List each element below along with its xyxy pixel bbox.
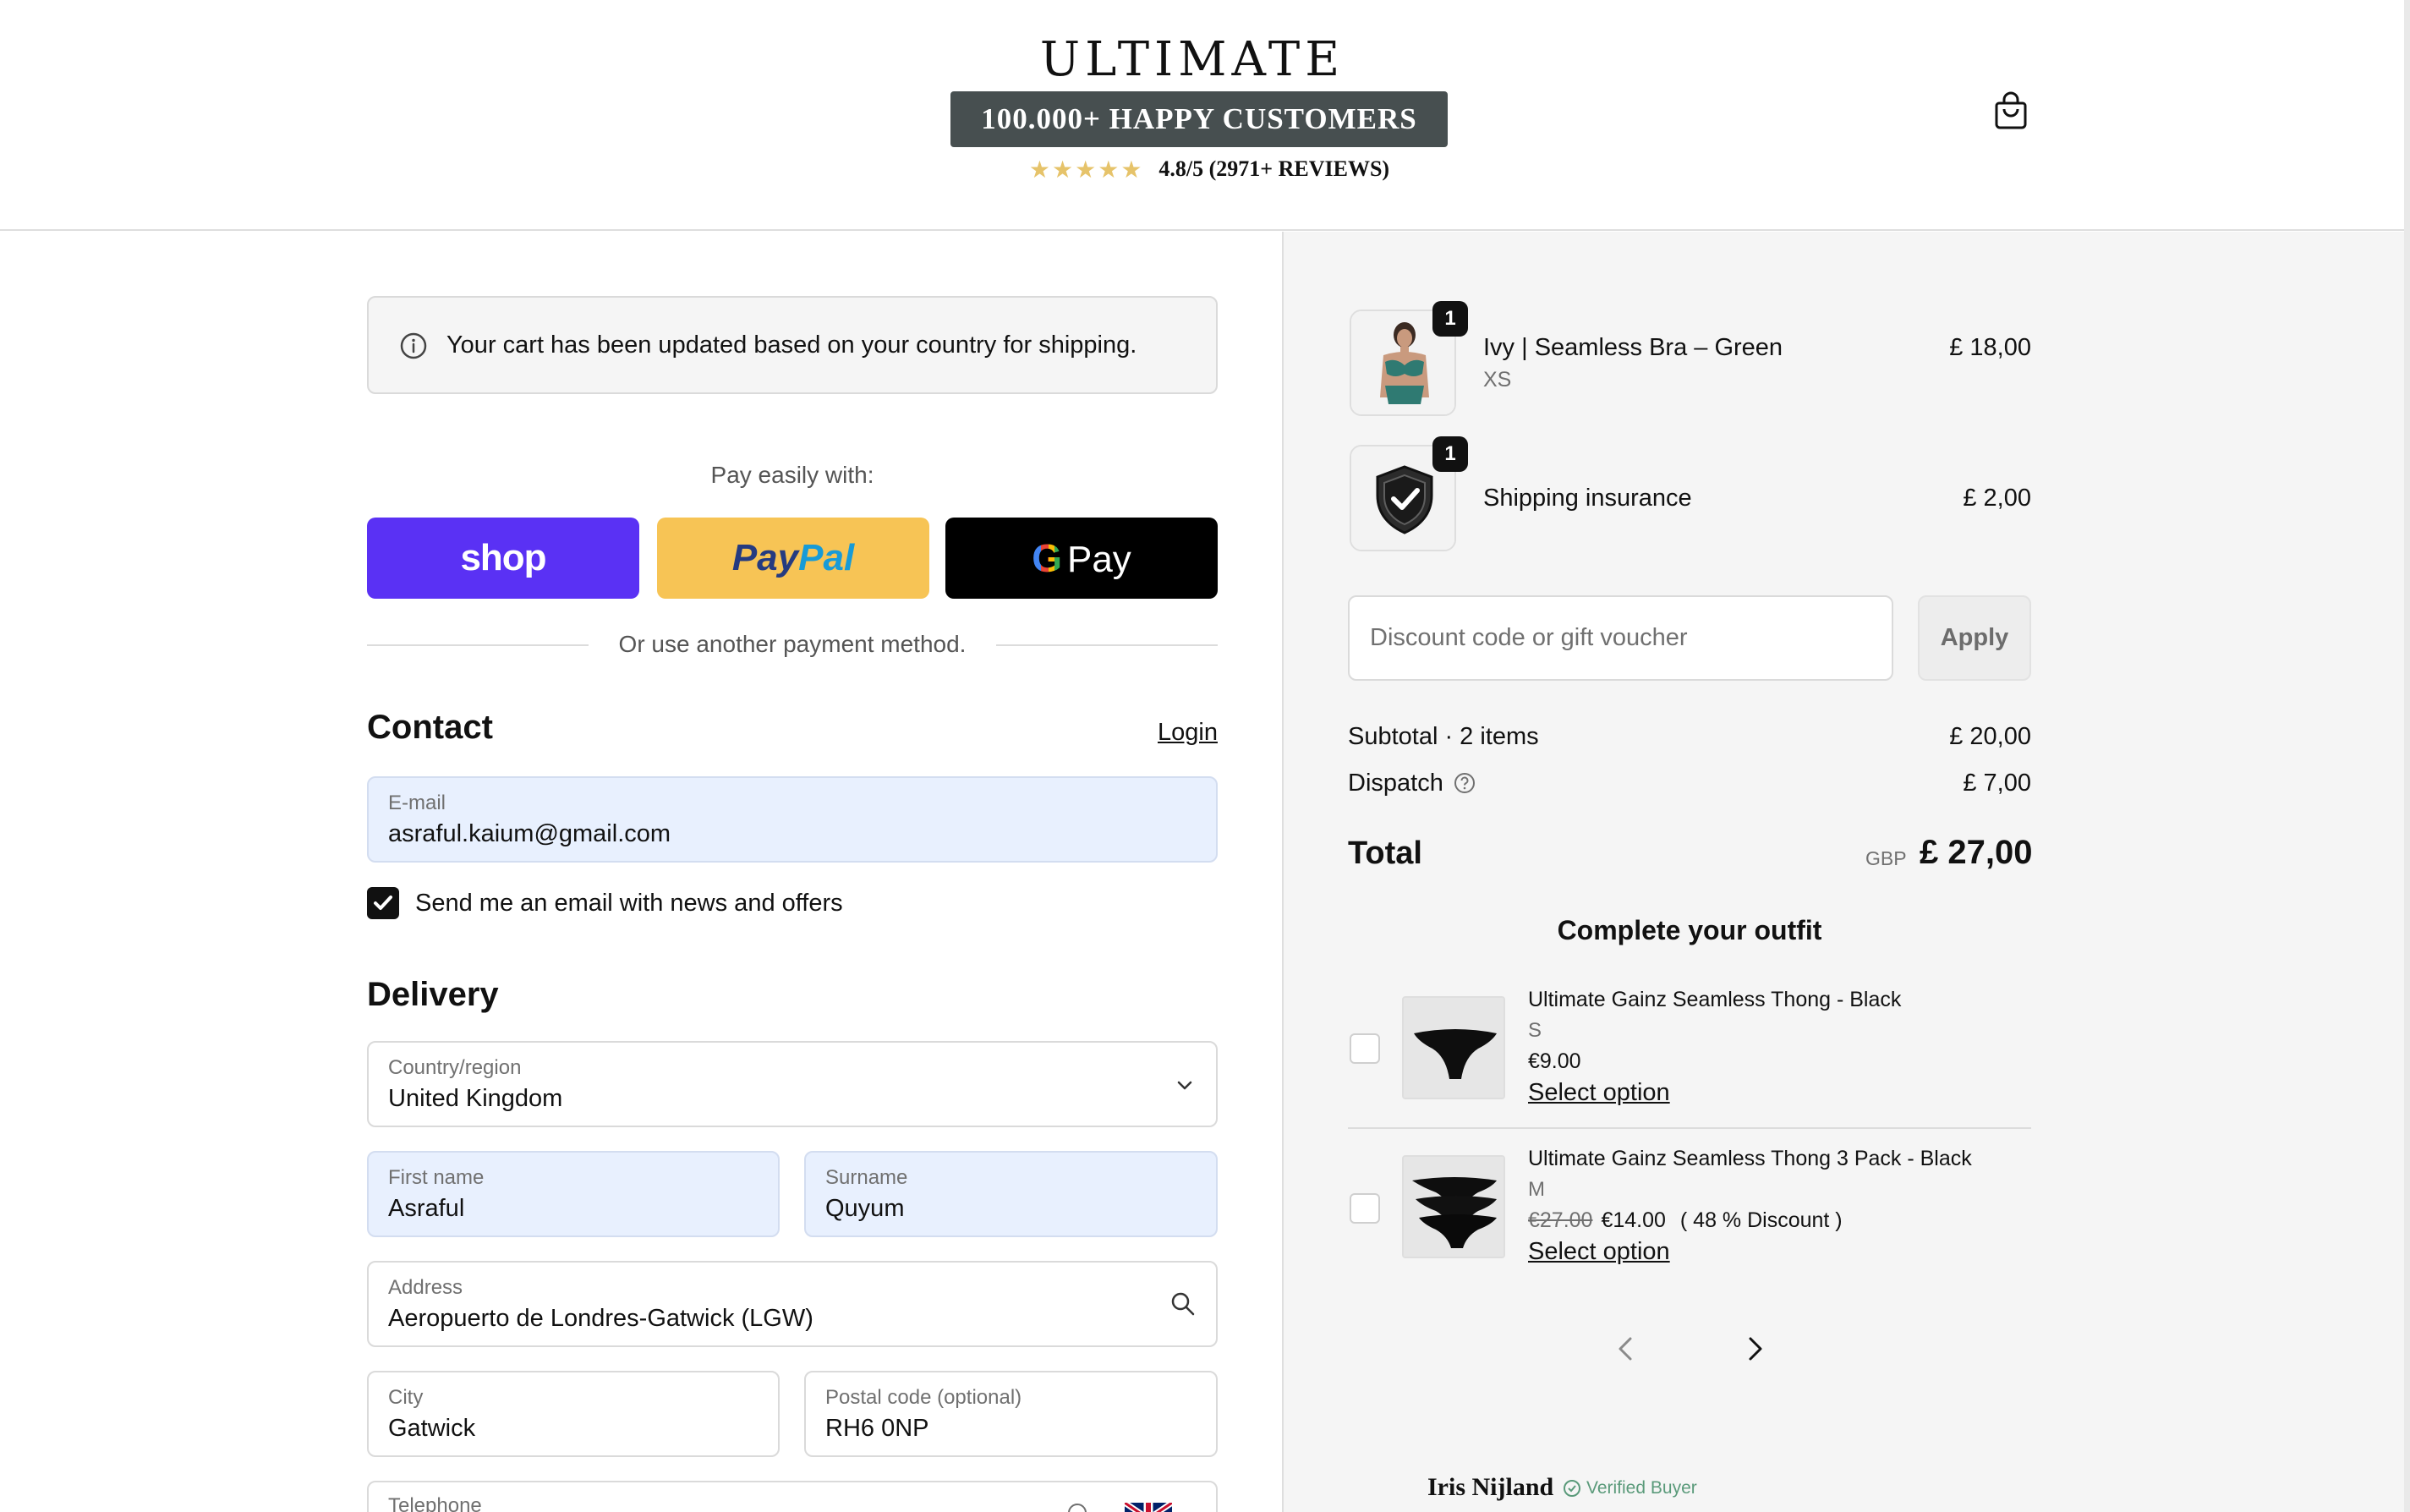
select-option-link[interactable]: Select option xyxy=(1528,1238,1670,1266)
quantity-badge: 1 xyxy=(1432,301,1468,337)
dispatch-label: Dispatch xyxy=(1348,770,1443,797)
chevron-right-icon[interactable] xyxy=(1737,1332,1771,1366)
chevron-left-icon[interactable] xyxy=(1610,1332,1644,1366)
newsletter-label[interactable]: Send me an email with news and offers xyxy=(415,890,843,918)
line-item-price: £ 2,00 xyxy=(1963,485,2031,512)
surname-value: Quyum xyxy=(825,1195,905,1222)
postal-code-field[interactable]: Postal code (optional) RH6 0NP xyxy=(804,1371,1218,1457)
line-item-variant: XS xyxy=(1483,368,1512,392)
rating-text: 4.8/5 (2971+ REVIEWS) xyxy=(1158,156,1390,181)
line-item-name: Ivy | Seamless Bra – Green xyxy=(1483,334,1783,361)
help-circle-icon[interactable] xyxy=(1453,771,1476,795)
apply-discount-button[interactable]: Apply xyxy=(1918,595,2031,681)
delivery-section-title: Delivery xyxy=(367,976,499,1013)
upsell-product-image xyxy=(1402,996,1505,1099)
upsell-divider xyxy=(1348,1127,2031,1129)
total-label: Total xyxy=(1348,835,1422,871)
discount-code-input[interactable]: Discount code or gift voucher xyxy=(1348,595,1893,681)
google-pay-button[interactable]: G Pay xyxy=(945,518,1218,599)
upsell-discount-text: ( 48 % Discount ) xyxy=(1679,1208,1843,1232)
email-value: asraful.kaium@gmail.com xyxy=(388,820,671,847)
address-value: Aeropuerto de Londres-Gatwick (LGW) xyxy=(388,1305,813,1332)
email-field[interactable]: E-mail asraful.kaium@gmail.com xyxy=(367,776,1218,863)
dispatch-value: £ 7,00 xyxy=(1963,770,2031,797)
upsell-original-price: €27.00 xyxy=(1528,1208,1593,1232)
complete-outfit-title: Complete your outfit xyxy=(1557,915,1822,945)
paypal-label-part2: Pal xyxy=(798,537,855,578)
surname-label: Surname xyxy=(825,1166,908,1189)
first-name-field[interactable]: First name Asraful xyxy=(367,1151,780,1237)
login-link[interactable]: Login xyxy=(1158,719,1218,747)
subtotal-label: Subtotal · 2 items xyxy=(1348,723,1539,750)
country-select[interactable]: Country/region United Kingdom xyxy=(367,1041,1218,1127)
address-field[interactable]: Address Aeropuerto de Londres-Gatwick (L… xyxy=(367,1261,1218,1347)
surname-field[interactable]: Surname Quyum xyxy=(804,1151,1218,1237)
verified-check-icon xyxy=(1564,1480,1580,1497)
search-icon[interactable] xyxy=(1169,1290,1197,1318)
shopping-bag-icon[interactable] xyxy=(1992,91,2029,130)
google-g-icon: G xyxy=(1032,536,1062,580)
notice-text: Your cart has been updated based on your… xyxy=(446,331,1137,359)
paypal-button[interactable]: PayPal xyxy=(657,518,929,599)
newsletter-checkbox[interactable] xyxy=(367,887,399,919)
alternate-payment-divider-text: Or use another payment method. xyxy=(618,631,967,657)
thong-pack-image xyxy=(1404,1157,1504,1257)
checkmark-icon xyxy=(374,896,392,910)
reviewer-name: Iris Nijland xyxy=(1427,1473,1554,1501)
upsell-product-price: €9.00 xyxy=(1528,1049,1581,1073)
upsell-product-image xyxy=(1402,1155,1505,1258)
city-value: Gatwick xyxy=(388,1415,476,1442)
address-label: Address xyxy=(388,1276,463,1299)
line-item-price: £ 18,00 xyxy=(1949,334,2031,361)
country-value: United Kingdom xyxy=(388,1085,563,1112)
upsell-product-size: M xyxy=(1528,1178,1545,1201)
quantity-badge: 1 xyxy=(1432,436,1468,472)
telephone-field[interactable]: Telephone xyxy=(367,1481,1218,1512)
upsell-product-name: Ultimate Gainz Seamless Thong - Black xyxy=(1528,988,1902,1011)
select-option-link[interactable]: Select option xyxy=(1528,1079,1670,1107)
first-name-value: Asraful xyxy=(388,1195,465,1222)
total-value: £ 27,00 xyxy=(1920,834,2033,871)
thong-image xyxy=(1404,998,1504,1098)
total-currency: GBP xyxy=(1865,847,1907,869)
upsell-checkbox[interactable] xyxy=(1350,1033,1380,1064)
site-header: ULTIMATE GAINZ 100.000+ HAPPY CUSTOMERS … xyxy=(0,0,2410,231)
rating-stars-icon: ★★★★★ xyxy=(1028,155,1144,184)
happy-customers-banner: 100.000+ HAPPY CUSTOMERS xyxy=(950,91,1448,147)
contact-section-title: Contact xyxy=(367,709,493,746)
chevron-down-icon xyxy=(1177,1081,1192,1090)
google-pay-label: Pay xyxy=(1066,539,1131,580)
uk-flag-icon[interactable] xyxy=(1125,1503,1172,1512)
upsell-checkbox[interactable] xyxy=(1350,1193,1380,1224)
country-label: Country/region xyxy=(388,1056,522,1079)
help-circle-icon[interactable] xyxy=(1067,1503,1087,1512)
upsell-product-name: Ultimate Gainz Seamless Thong 3 Pack - B… xyxy=(1528,1147,1972,1170)
paypal-label-part1: Pay xyxy=(731,537,799,578)
upsell-sale-price: €14.00 xyxy=(1601,1208,1666,1232)
express-checkout-heading: Pay easily with: xyxy=(710,462,874,488)
verified-buyer-text: Verified Buyer xyxy=(1586,1478,1697,1498)
postal-code-value: RH6 0NP xyxy=(825,1415,929,1442)
subtotal-value: £ 20,00 xyxy=(1949,723,2031,750)
shop-pay-button[interactable]: shop xyxy=(367,518,639,599)
postal-code-label: Postal code (optional) xyxy=(825,1386,1022,1409)
verified-buyer-badge: Verified Buyer xyxy=(1563,1478,1697,1498)
scrollbar-track[interactable] xyxy=(2404,0,2410,1512)
order-summary-panel xyxy=(1282,232,2410,1512)
city-field[interactable]: City Gatwick xyxy=(367,1371,780,1457)
telephone-label: Telephone xyxy=(388,1494,482,1512)
first-name-label: First name xyxy=(388,1166,485,1189)
cart-updated-notice: Your cart has been updated based on your… xyxy=(367,296,1218,394)
upsell-product-price: €27.00 €14.00 ( 48 % Discount ) xyxy=(1528,1208,1843,1233)
rating-summary: ★★★★★ 4.8/5 (2971+ REVIEWS) xyxy=(1015,154,1404,184)
line-item-name: Shipping insurance xyxy=(1483,485,1692,512)
upsell-product-size: S xyxy=(1528,1019,1542,1042)
city-label: City xyxy=(388,1386,424,1409)
email-label: E-mail xyxy=(388,792,446,814)
info-icon xyxy=(400,332,427,359)
